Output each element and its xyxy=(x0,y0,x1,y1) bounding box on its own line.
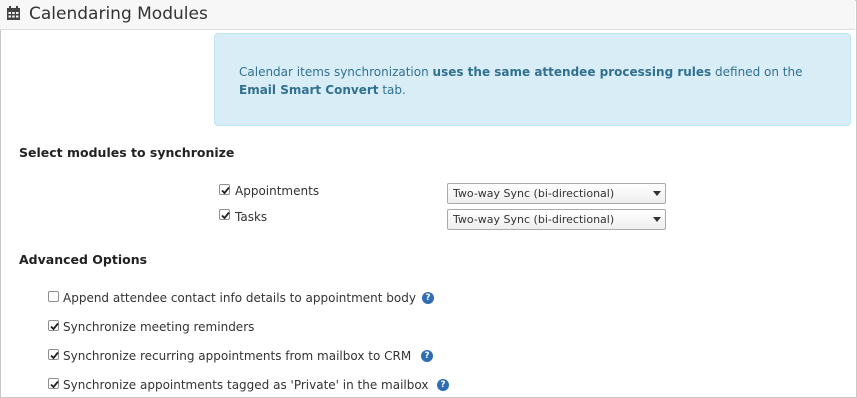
checkmark-icon xyxy=(50,351,59,360)
page-title: Calendaring Modules xyxy=(29,4,208,24)
checkmark-icon xyxy=(50,380,59,389)
info-message: Calendar items synchronization uses the … xyxy=(239,65,803,97)
modules-section-title: Select modules to synchronize xyxy=(19,145,235,160)
help-icon[interactable]: ? xyxy=(421,350,433,362)
sync-recurring-label: Synchronize recurring appointments from … xyxy=(63,349,412,363)
chevron-down-icon xyxy=(653,217,661,222)
appointments-checkbox[interactable] xyxy=(219,184,230,195)
sync-reminders-label: Synchronize meeting reminders xyxy=(63,320,255,334)
checkmark-icon xyxy=(221,186,230,195)
appointments-sync-value: Two-way Sync (bi-directional) xyxy=(453,187,615,200)
calendar-icon xyxy=(7,6,20,20)
checkmark-icon xyxy=(221,211,230,220)
info-alert: Calendar items synchronization uses the … xyxy=(214,33,851,126)
sync-private-label: Synchronize appointments tagged as 'Priv… xyxy=(63,378,429,392)
appointments-sync-select[interactable]: Two-way Sync (bi-directional) xyxy=(447,183,666,204)
sync-reminders-checkbox[interactable] xyxy=(48,320,59,331)
tasks-sync-select[interactable]: Two-way Sync (bi-directional) xyxy=(447,209,666,230)
tasks-sync-value: Two-way Sync (bi-directional) xyxy=(453,213,615,226)
append-attendee-info-checkbox[interactable] xyxy=(48,291,59,302)
help-icon[interactable]: ? xyxy=(422,292,434,304)
tasks-checkbox[interactable] xyxy=(219,209,230,220)
append-attendee-info-label: Append attendee contact info details to … xyxy=(63,291,416,305)
panel-header: Calendaring Modules xyxy=(0,0,855,30)
chevron-down-icon xyxy=(653,191,661,196)
tasks-label: Tasks xyxy=(235,210,268,224)
sync-recurring-checkbox[interactable] xyxy=(48,349,59,360)
sync-private-checkbox[interactable] xyxy=(48,378,59,389)
help-icon[interactable]: ? xyxy=(437,379,449,391)
advanced-section-title: Advanced Options xyxy=(19,252,148,267)
appointments-label: Appointments xyxy=(235,184,320,198)
checkmark-icon xyxy=(50,322,59,331)
